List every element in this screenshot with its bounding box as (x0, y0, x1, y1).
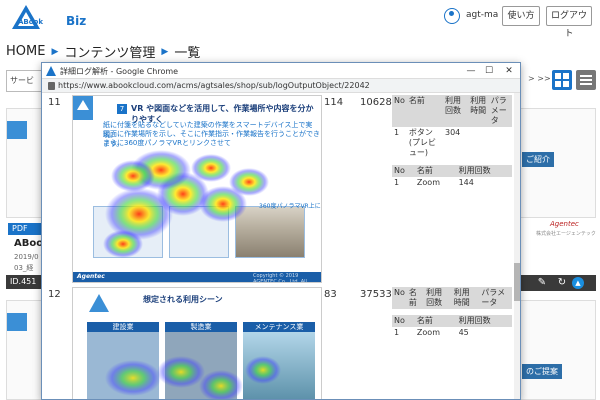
breadcrumb-home[interactable]: HOME (6, 44, 45, 59)
close-icon[interactable]: ✕ (502, 64, 516, 78)
table-row: 1 Zoom 45 (392, 327, 512, 339)
col-count: 利用回数 (424, 287, 452, 309)
maximize-icon[interactable]: ☐ (482, 64, 496, 78)
content-id: ID.451 (6, 275, 42, 289)
col-no: No (392, 165, 415, 177)
breadcrumb: HOME ▶ コンテンツ管理 ▶ 一覧 (6, 42, 200, 61)
page-heatmap-slide: 7 VR や図面などを活用して、作業場所や内容を分かりやすく 紙に付箋を貼るなど… (72, 95, 322, 283)
app-header: ABook Biz agt-ma 使い方 ログアウト (0, 0, 600, 39)
content-action-bar: ✎ ↻ (518, 275, 596, 291)
refresh-icon[interactable]: ↻ (556, 277, 568, 289)
popup-content: 11 114 10628 7 VR や図面などを活用して、作業場所や内容を分かり… (42, 93, 520, 399)
cell-name: ボタン(プレビュー) (408, 128, 437, 157)
logout-button[interactable]: ログアウト (546, 6, 592, 39)
cell-name: Zoom (416, 178, 440, 187)
page-number: 11 (48, 97, 61, 108)
content-date: 2019/0 (14, 253, 39, 261)
cell-name: Zoom (416, 328, 440, 337)
popup-title: 詳細ログ解析 - Google Chrome (60, 67, 179, 76)
edit-icon[interactable]: ✎ (536, 277, 548, 289)
view-count: 83 (324, 289, 337, 300)
pager: > >> (528, 74, 551, 83)
zoom-stats-table: No 名前 利用回数 1 Zoom 45 (392, 315, 512, 339)
logo-text: ABook (18, 18, 44, 26)
col-name: 名前 (414, 315, 457, 327)
pager-next[interactable]: > (528, 74, 535, 83)
thumbnail-tag-icon (7, 121, 27, 139)
col-no: No (392, 315, 415, 327)
content-category: 03_経 (14, 264, 34, 272)
col-count: 利用回数 (456, 315, 512, 327)
upload-icon[interactable]: ▲ (572, 277, 584, 289)
intro-label: ご紹介 (522, 152, 554, 167)
button-stats-table: No 名前 利用回数 利用時間 パラメータ (392, 287, 512, 309)
popup-titlebar[interactable]: 詳細ログ解析 - Google Chrome — ☐ ✕ (42, 63, 520, 79)
breadcrumb-list: 一覧 (174, 46, 201, 61)
agentec-sub: 株式会社エージェンテック (536, 231, 596, 237)
cell-time (468, 127, 489, 159)
slide-footer-brand: Agentec (77, 273, 105, 280)
col-name: 名前 (414, 165, 457, 177)
page-heatmap-slide: 想定される利用シーン 建設業 製造業 メンテナンス業 (72, 287, 322, 399)
col-count: 利用回数 (456, 165, 512, 177)
content-type-badge: PDF (8, 223, 44, 235)
popup-scrollbar[interactable] (514, 93, 520, 399)
col-time: 利用時間 (451, 287, 480, 309)
content-card-right-thumbnail[interactable] (520, 300, 596, 400)
breadcrumb-contents[interactable]: コンテンツ管理 (64, 42, 155, 61)
logo-biz: Biz (66, 14, 87, 28)
grid-view-icon[interactable] (552, 70, 572, 90)
content-card-thumbnail[interactable] (6, 108, 42, 218)
cell-no: 1 (394, 128, 400, 137)
content-title[interactable]: ABoo (14, 238, 43, 249)
cell-param (489, 127, 512, 159)
col-count: 利用回数 (442, 95, 469, 127)
cell-count: 304 (444, 128, 461, 137)
breadcrumb-separator-icon: ▶ (161, 46, 169, 57)
log-analysis-popup: 詳細ログ解析 - Google Chrome — ☐ ✕ https://www… (41, 62, 521, 400)
page-number: 12 (48, 289, 61, 300)
view-count: 114 (324, 97, 344, 108)
col-no: No (392, 95, 407, 127)
popup-address-bar[interactable]: https://www.abookcloud.com/acms/agtsales… (42, 79, 520, 93)
cell-no: 1 (394, 178, 400, 187)
user-icon (444, 8, 460, 24)
cell-no: 1 (394, 328, 400, 337)
view-time: 37533 (360, 289, 392, 300)
popup-scroll-thumb[interactable] (514, 263, 520, 301)
agentec-logo: Agentec (550, 220, 579, 228)
list-view-icon[interactable] (576, 70, 596, 90)
lock-icon (48, 82, 55, 90)
button-stats-table: No 名前 利用回数 利用時間 パラメータ 1 ボタン(プレビュー) 304 (392, 95, 512, 159)
breadcrumb-separator-icon: ▶ (51, 46, 59, 57)
action-stats: No 名前 利用回数 利用時間 パラメータ No 名前 利用回数 1 Zoom … (392, 287, 512, 339)
col-time: 利用時間 (468, 95, 489, 127)
user-name: agt-ma (466, 10, 499, 20)
slide-footer-copyright: Copyright © 2019 AGENTEC Co., Ltd. All R… (253, 273, 307, 283)
col-no: No (392, 287, 407, 309)
view-time: 10628 (360, 97, 392, 108)
action-stats: No 名前 利用回数 利用時間 パラメータ 1 ボタン(プレビュー) 304 N… (392, 95, 512, 189)
col-param: パラメータ (479, 287, 512, 309)
heatmap-overlay (103, 150, 269, 258)
table-row: 1 Zoom 144 (392, 177, 512, 189)
cell-count: 45 (458, 328, 469, 337)
abook-favicon-icon (46, 66, 56, 76)
slide-footer: Agentec Copyright © 2019 AGENTEC Co., Lt… (73, 272, 321, 282)
cell-count: 144 (458, 178, 474, 187)
proposal-label: のご提案 (522, 364, 562, 379)
zoom-stats-table: No 名前 利用回数 1 Zoom 144 (392, 165, 512, 189)
heatmap-overlay (105, 356, 281, 399)
col-name: 名前 (406, 287, 425, 309)
usage-button[interactable]: 使い方 (502, 6, 540, 26)
content-card-thumbnail[interactable] (6, 300, 42, 400)
col-name: 名前 (406, 95, 443, 127)
minimize-icon[interactable]: — (464, 64, 478, 78)
thumbnail-tag-icon (7, 313, 27, 331)
popup-url[interactable]: https://www.abookcloud.com/acms/agtsales… (58, 81, 370, 90)
pager-last[interactable]: >> (537, 74, 550, 83)
col-param: パラメータ (488, 95, 512, 127)
table-row: 1 ボタン(プレビュー) 304 (392, 127, 512, 159)
